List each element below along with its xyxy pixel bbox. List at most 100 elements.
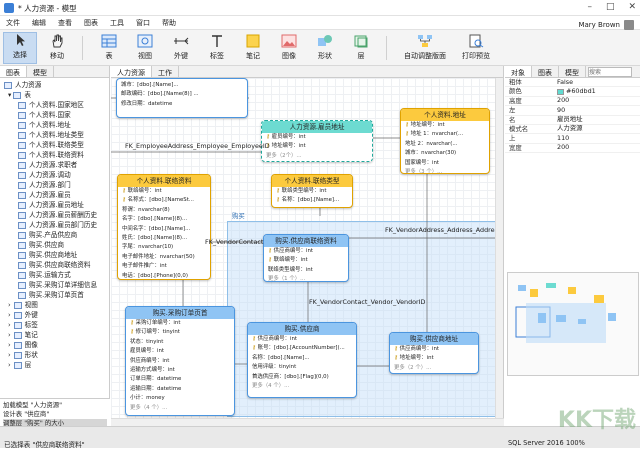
- entity-vendor[interactable]: 购买.供应商 ⚷ 供应商编号：int ⚷ 账号：[dbo].[AccountNum…: [247, 322, 357, 398]
- tree-item-table[interactable]: 购买.供应商联络资料: [0, 260, 109, 270]
- tree-item-table[interactable]: 个人资料.国家: [0, 110, 109, 120]
- shape-tool-button[interactable]: 形状: [310, 32, 340, 64]
- property-value[interactable]: False: [557, 78, 640, 86]
- tree-item-table[interactable]: 人力资源.雇员部门历史: [0, 220, 109, 230]
- menu-file[interactable]: 文件: [6, 18, 20, 28]
- tree-item-table[interactable]: 个人资料.地址类型: [0, 130, 109, 140]
- property-row[interactable]: 颜色 #60dbd1: [505, 87, 640, 97]
- property-value[interactable]: #60dbd1: [557, 87, 640, 95]
- relation-label[interactable]: FK_EmployeeAddress_Employee_EmployeeID: [125, 142, 270, 150]
- maximize-icon[interactable]: □: [606, 2, 615, 12]
- tree-item-table[interactable]: 个人资料.联络类型: [0, 140, 109, 150]
- relation-label[interactable]: FK_VendorContact_Vendor_VendorID: [309, 298, 425, 306]
- tab-diagram[interactable]: 图表: [0, 66, 27, 77]
- tree-item-table[interactable]: 购买.供应商地址: [0, 250, 109, 260]
- tree-group[interactable]: › 笔记: [0, 330, 109, 340]
- entity-contact-type[interactable]: 个人资料.联络类型 ⚷ 联络类型编号：int ⚷ 名称：[dbo].[Name].…: [271, 174, 353, 208]
- entity-employee-address[interactable]: 人力资源.雇员地址 ⚷ 雇员编号：int ⚷ 地址编号：int 更多（2个）...: [261, 120, 373, 162]
- view-tool-button[interactable]: 视图: [130, 32, 160, 64]
- tree-item-table[interactable]: 人力资源.部门: [0, 180, 109, 190]
- collapse-icon[interactable]: ▾: [8, 90, 11, 100]
- image-tool-button[interactable]: 图像: [274, 32, 304, 64]
- tree-item-table[interactable]: 人力资源.求职者: [0, 160, 109, 170]
- tree-group[interactable]: › 标签: [0, 320, 109, 330]
- note-tool-button[interactable]: 笔记: [238, 32, 268, 64]
- vertical-scrollbar[interactable]: [495, 78, 503, 418]
- tree-item-table[interactable]: 个人资料.国家地区: [0, 100, 109, 110]
- tab-hr-diagram[interactable]: 人力资源: [111, 66, 152, 77]
- tab-model-props[interactable]: 模型: [559, 66, 586, 77]
- tree-item-table[interactable]: 人力资源.雇员: [0, 190, 109, 200]
- entity-field: ⚷ 修订编号：tinyint: [130, 329, 180, 336]
- entity-purchase-order-header[interactable]: 购买.采购订单页首 ⚷ 采购订单编号：int ⚷ 修订编号：tinyint 状态：t…: [125, 306, 235, 416]
- layer-tool-button[interactable]: 层: [346, 32, 376, 64]
- minimize-icon[interactable]: –: [587, 2, 592, 12]
- menu-view[interactable]: 查看: [58, 18, 72, 28]
- tree-item-table[interactable]: 个人资料.联络资料: [0, 150, 109, 160]
- property-value[interactable]: 200: [557, 96, 640, 105]
- expand-icon[interactable]: ›: [8, 300, 11, 310]
- property-row[interactable]: 模式名 人力资源: [505, 124, 640, 135]
- tree-root[interactable]: 人力资源: [0, 80, 109, 90]
- property-value[interactable]: 雇员地址: [557, 115, 640, 124]
- relation-label[interactable]: FK_VendorContact: [205, 238, 263, 246]
- tree-item-table[interactable]: 人力资源.雇员薪酬历史: [0, 210, 109, 220]
- expand-icon[interactable]: ›: [8, 330, 11, 340]
- expand-icon[interactable]: ›: [8, 310, 11, 320]
- menu-edit[interactable]: 编辑: [32, 18, 46, 28]
- user-account[interactable]: Mary Brown: [578, 20, 634, 30]
- menu-help[interactable]: 帮助: [162, 18, 176, 28]
- select-tool-button[interactable]: 选择: [3, 32, 37, 64]
- tree-group[interactable]: › 图像: [0, 340, 109, 350]
- tree-item-table[interactable]: 购买.运输方式: [0, 270, 109, 280]
- tab-diagram-props[interactable]: 图表: [532, 66, 559, 77]
- property-row[interactable]: 高度 200: [505, 96, 640, 107]
- expand-icon[interactable]: ›: [8, 360, 11, 370]
- entity-vendor-address[interactable]: 购买.供应商地址 ⚷ 供应商编号：int ⚷ 地址编号：int 更多（2 个）...: [389, 332, 479, 374]
- tree-item-table[interactable]: 购买.产品供应商: [0, 230, 109, 240]
- close-icon[interactable]: ✕: [628, 2, 636, 12]
- tree-item-table[interactable]: 购买.采购订单详细信息: [0, 280, 109, 290]
- entity-vendor-contact[interactable]: 购买.供应商联络资料 ⚷ 供应商编号：int ⚷ 联络编号：int 联络类型编号：i…: [263, 234, 349, 282]
- foreign-key-tool-button[interactable]: 外键: [166, 32, 196, 64]
- menu-diagram[interactable]: 图表: [84, 18, 98, 28]
- tree-group[interactable]: › 视图: [0, 300, 109, 310]
- tree-item-table[interactable]: 购买.采购订单页首: [0, 290, 109, 300]
- property-value[interactable]: 200: [557, 143, 640, 152]
- tab-work-diagram[interactable]: 工作: [152, 66, 179, 77]
- expand-icon[interactable]: ›: [8, 340, 11, 350]
- tab-object[interactable]: 对象: [505, 66, 532, 77]
- status-zoom[interactable]: 100%: [566, 439, 585, 447]
- property-value[interactable]: 110: [557, 134, 640, 142]
- property-row[interactable]: 宽度 200: [505, 143, 640, 154]
- auto-layout-button[interactable]: 自动调整版面: [398, 32, 452, 64]
- overview-minimap[interactable]: [507, 272, 639, 376]
- tree-item-table[interactable]: 购买.供应商: [0, 240, 109, 250]
- tree-item-table[interactable]: 个人资料.地址: [0, 120, 109, 130]
- search-input[interactable]: [588, 67, 632, 77]
- tree-item-table[interactable]: 人力资源.调动: [0, 170, 109, 180]
- tree-group[interactable]: › 形状: [0, 350, 109, 360]
- diagram-canvas[interactable]: 购买 城市：[dbo].[Name]... 邮政编码：[dbo].[Name(8)…: [111, 78, 496, 418]
- tree-item-table[interactable]: 人力资源.雇员地址: [0, 200, 109, 210]
- menu-window[interactable]: 窗口: [136, 18, 150, 28]
- expand-icon[interactable]: ›: [8, 350, 11, 360]
- property-row[interactable]: 上 110: [505, 134, 640, 144]
- entity-contact[interactable]: 个人资料.联络资料 ⚷ 联络编号：int ⚷ 名称式：[dbo].[NameSt.…: [117, 174, 211, 280]
- property-value[interactable]: 90: [557, 106, 640, 114]
- property-value[interactable]: 人力资源: [557, 124, 640, 133]
- label-tool-button[interactable]: 标签: [202, 32, 232, 64]
- entity-table-top[interactable]: 城市：[dbo].[Name]... 邮政编码：[dbo].[Name(8)] .…: [116, 78, 248, 118]
- entity-address[interactable]: 个人资料.地址 ⚷ 地址编号：int ⚷ 地址 1：nvarchar(... 地址 …: [400, 108, 490, 174]
- move-tool-button[interactable]: 移动: [40, 32, 74, 64]
- tree-group-tables[interactable]: ▾ 表: [0, 90, 109, 100]
- print-preview-button[interactable]: 打印预览: [456, 32, 496, 64]
- menu-tools[interactable]: 工具: [110, 18, 124, 28]
- horizontal-scrollbar[interactable]: [111, 418, 504, 426]
- tree-group[interactable]: › 外键: [0, 310, 109, 320]
- tab-model[interactable]: 模型: [27, 66, 54, 77]
- expand-icon[interactable]: ›: [8, 320, 11, 330]
- table-tool-button[interactable]: 表: [94, 32, 124, 64]
- relation-label[interactable]: FK_VendorAddress_Address_AddressID: [385, 226, 496, 234]
- tree-group[interactable]: › 层: [0, 360, 109, 370]
